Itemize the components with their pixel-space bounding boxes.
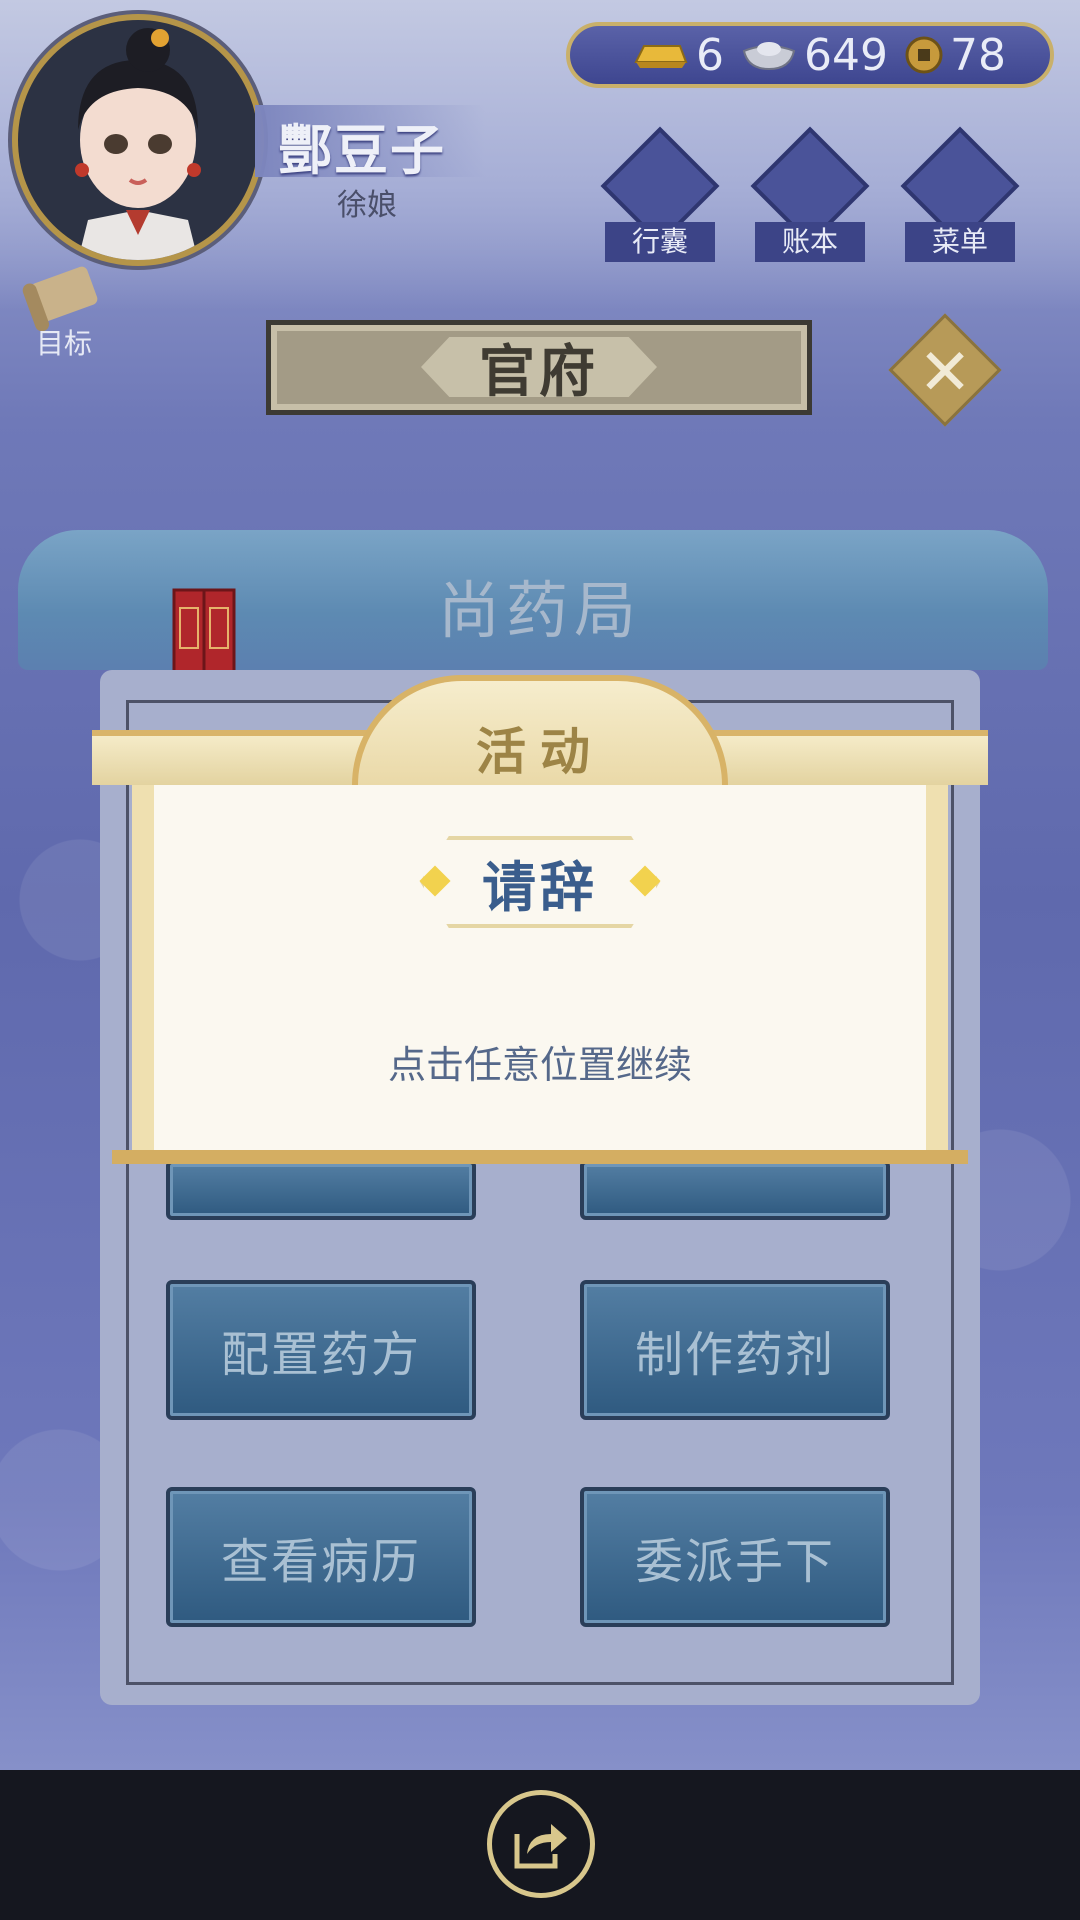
silver-ingot-icon (742, 42, 796, 71)
gold-ingot-icon (634, 45, 688, 68)
coin-count: 78 (949, 29, 1006, 81)
location-title: 官府 (479, 340, 599, 405)
currency-bar[interactable]: 6 649 78 (566, 22, 1054, 88)
location-banner: 官府 (266, 320, 812, 415)
coin-icon (905, 36, 943, 74)
silver-count: 649 (804, 29, 888, 81)
share-icon (514, 1824, 567, 1869)
view-records-button[interactable]: 查看病历 (166, 1487, 476, 1627)
menu-button[interactable]: 菜单 (895, 126, 1025, 262)
bag-label: 行囊 (605, 222, 715, 262)
department-title: 尚药局 (437, 574, 642, 647)
ledger-button[interactable]: 账本 (745, 126, 875, 262)
action-button-hidden-1 (166, 1160, 476, 1220)
close-button[interactable]: ✕ (888, 313, 1002, 427)
make-medicine-button[interactable]: 制作药剂 (580, 1280, 890, 1420)
share-button[interactable] (487, 1790, 595, 1898)
goal-button[interactable]: 目标 (14, 262, 124, 362)
event-tag: 请辞 (482, 855, 598, 919)
modal-header: 活动 (476, 723, 604, 781)
menu-label: 菜单 (905, 222, 1015, 262)
modal-bottom-bar (112, 1150, 968, 1164)
action-button-hidden-2 (580, 1160, 890, 1220)
player-avatar[interactable] (12, 14, 264, 266)
continue-hint[interactable]: 点击任意位置继续 (0, 1034, 1080, 1089)
prepare-prescription-button[interactable]: 配置药方 (166, 1280, 476, 1420)
player-name: 酆豆子 (278, 119, 446, 182)
close-icon: ✕ (918, 336, 972, 410)
assign-staff-button[interactable]: 委派手下 (580, 1487, 890, 1627)
ledger-label: 账本 (755, 222, 865, 262)
bag-button[interactable]: 行囊 (595, 126, 725, 262)
game-stage: 酆豆子 徐娘 6 649 78 行囊 账本 菜单 目标 官府 ✕ 尚药局 配置药… (0, 0, 1080, 1770)
player-rank: 徐娘 (337, 188, 397, 223)
gold-count: 6 (696, 29, 724, 81)
avatar-portrait-icon (75, 28, 201, 260)
goal-label: 目标 (35, 327, 92, 360)
